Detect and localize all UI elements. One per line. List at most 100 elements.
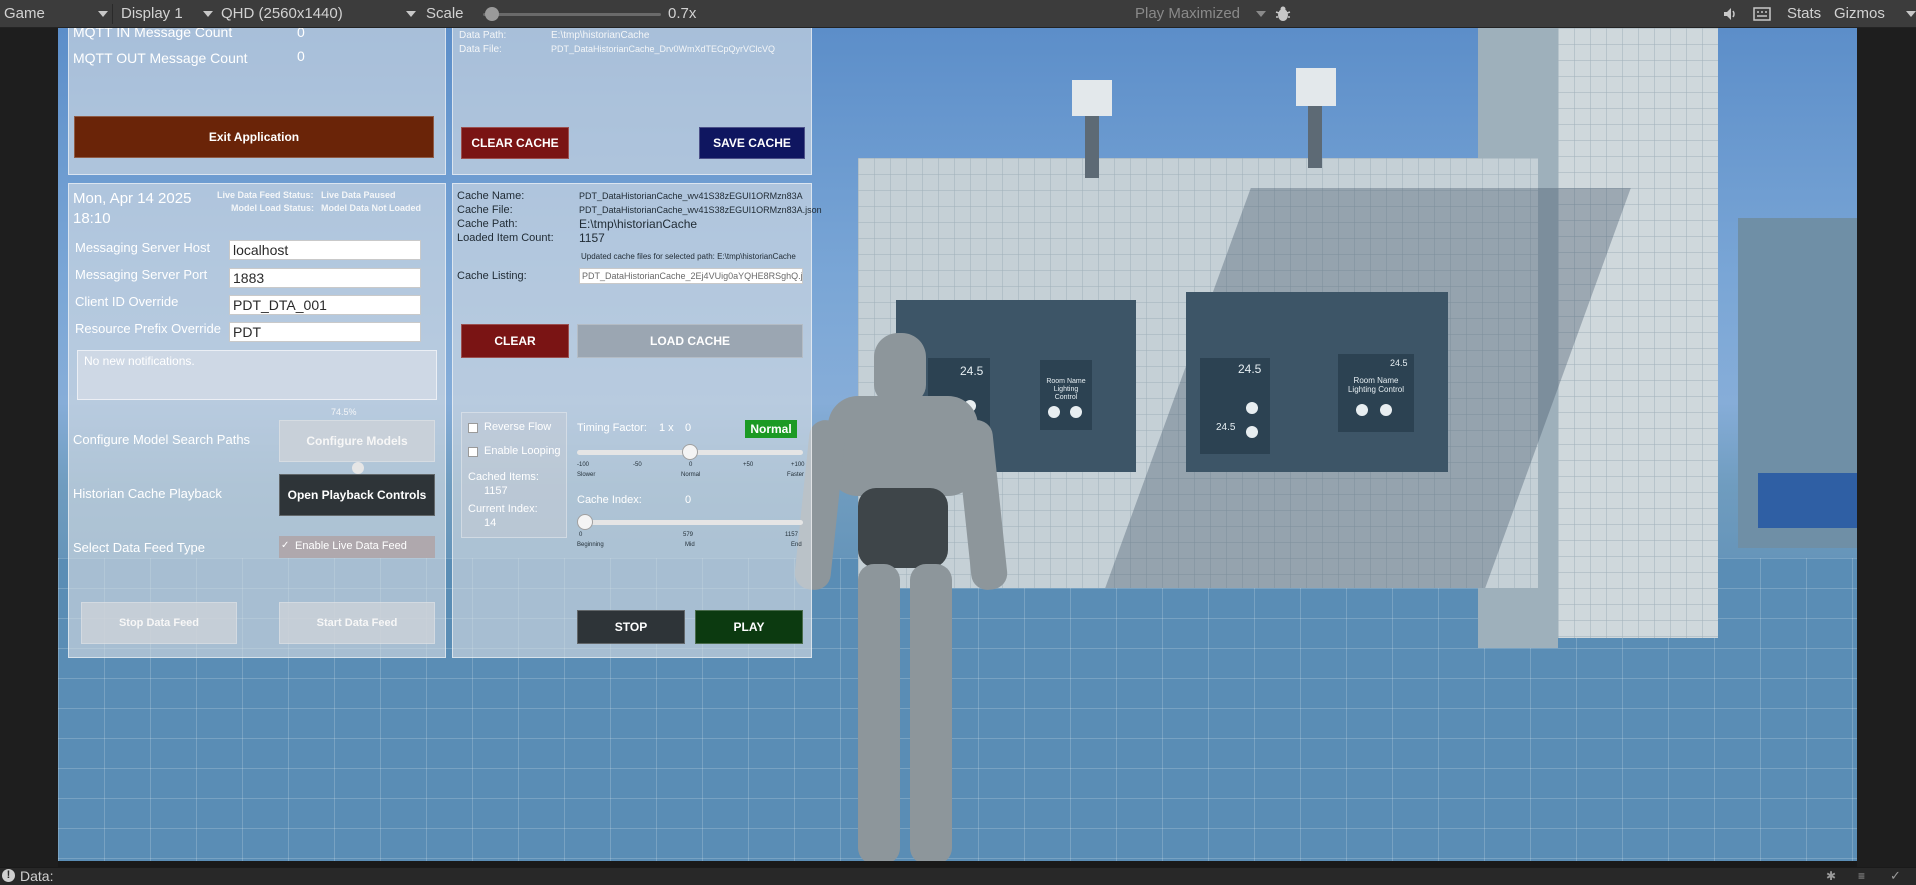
gizmos-button[interactable]: Gizmos xyxy=(1834,0,1885,28)
current-index-label: Current Index: xyxy=(468,503,538,515)
cache-index-slider-thumb[interactable] xyxy=(577,514,593,530)
speed-badge: Normal xyxy=(745,420,797,438)
model-status-value: Model Data Not Loaded xyxy=(321,203,422,213)
scene-screen-2-title: Room Name Lighting Control xyxy=(1046,378,1086,401)
cache-index-slider-track[interactable] xyxy=(577,520,803,525)
display-label: Display 1 xyxy=(121,5,183,22)
timing-word-slower: Slower xyxy=(577,472,596,478)
timing-tick-mid: 0 xyxy=(689,462,693,468)
index-tick-mid: 579 xyxy=(683,532,694,538)
configure-models-button[interactable]: Configure Models xyxy=(279,420,435,462)
feed-checkbox-label: Enable Live Data Feed xyxy=(295,540,407,552)
audio-icon[interactable] xyxy=(1722,0,1738,28)
view-mode-dropdown[interactable]: Game xyxy=(4,0,45,28)
display-chevron-icon xyxy=(203,11,213,17)
host-label: Messaging Server Host xyxy=(75,240,211,255)
data-file-label: Data File: xyxy=(459,44,502,55)
timing-tick-low: -50 xyxy=(633,462,642,468)
index-word-beginning: Beginning xyxy=(577,542,604,548)
scene-screen-4: 24.5 Room Name Lighting Control xyxy=(1338,354,1414,432)
scene-chimney-1 xyxy=(1085,108,1099,178)
open-playback-button[interactable]: Open Playback Controls xyxy=(279,474,435,516)
display-dropdown[interactable]: Display 1 xyxy=(121,0,183,28)
mqtt-panel: MQTT IN Message Count 0 MQTT OUT Message… xyxy=(68,28,446,175)
stop-data-feed-button[interactable]: Stop Data Feed xyxy=(81,602,237,644)
mqtt-out-value: 0 xyxy=(297,48,305,64)
scene-knob-icon xyxy=(1356,404,1368,416)
stop-button[interactable]: STOP xyxy=(577,610,685,644)
exit-application-button[interactable]: Exit Application xyxy=(74,116,434,158)
scene-screen-3-value-2: 24.5 xyxy=(1216,422,1236,433)
updated-note: Updated cache files for selected path: E… xyxy=(581,252,796,261)
current-date: Mon, Apr 14 2025 xyxy=(73,190,192,207)
scene-knob-icon xyxy=(1380,404,1392,416)
playback-label: Historian Cache Playback xyxy=(73,486,222,501)
data-file-value: PDT_DataHistorianCache_Drv0WmXdTECpQyrVC… xyxy=(551,44,776,54)
index-word-mid: Mid xyxy=(685,542,695,548)
play-button[interactable]: PLAY xyxy=(695,610,803,644)
load-cache-button[interactable]: LOAD CACHE xyxy=(577,324,803,358)
play-mode-label: Play Maximized xyxy=(1135,5,1241,22)
scene-screen-4-title: Room Name Lighting Control xyxy=(1347,376,1405,394)
index-tick-min: 0 xyxy=(579,532,583,538)
editor-status-bar: ! Data: ✱ ≡ ✓ xyxy=(0,867,1916,885)
robot-waist xyxy=(858,488,948,568)
mqtt-out-label: MQTT OUT Message Count xyxy=(73,50,248,66)
timing-word-normal: Normal xyxy=(681,472,701,478)
timing-slider-thumb[interactable] xyxy=(682,444,698,460)
spinner-icon xyxy=(352,462,364,474)
save-cache-button[interactable]: SAVE CACHE xyxy=(699,127,805,159)
timing-word-faster: Faster xyxy=(787,472,805,478)
stats-button[interactable]: Stats xyxy=(1787,0,1821,28)
scale-value: 0.7x xyxy=(668,5,697,22)
cache-name-label: Cache Name: xyxy=(457,190,525,202)
keyboard-icon[interactable] xyxy=(1753,0,1771,28)
debug-icon[interactable]: ✱ xyxy=(1826,869,1836,883)
clear-cache-button[interactable]: CLEAR CACHE xyxy=(461,127,569,159)
game-viewport[interactable]: 24.5 Room Name Lighting Control 24.5 24.… xyxy=(58,28,1857,861)
robot-left-leg xyxy=(858,564,900,861)
port-input[interactable]: 1883 xyxy=(229,268,421,288)
start-data-feed-button[interactable]: Start Data Feed xyxy=(279,602,435,644)
loaded-count-value: 1157 xyxy=(579,231,605,245)
play-mode-chevron-icon xyxy=(1256,11,1266,17)
feed-checkbox-row[interactable]: ✓ Enable Live Data Feed xyxy=(279,536,435,558)
cache-index-value: 0 xyxy=(685,494,692,506)
cached-items-label: Cached Items: xyxy=(468,471,539,483)
viewport-margin-left xyxy=(0,28,58,867)
scene-knob-icon xyxy=(1070,406,1082,418)
info-icon: ! xyxy=(2,869,15,882)
resolution-chevron-icon xyxy=(406,11,416,17)
bug-icon[interactable] xyxy=(1274,0,1292,28)
client-id-input[interactable]: PDT_DTA_001 xyxy=(229,295,421,315)
scene-tower xyxy=(1558,28,1718,638)
checkmark-icon: ✓ xyxy=(281,540,290,551)
scale-slider-track[interactable] xyxy=(483,13,661,16)
resolution-label: QHD (2560x1440) xyxy=(221,5,343,22)
config-panel: Mon, Apr 14 2025 18:10 Live Data Feed St… xyxy=(68,183,446,658)
viewport-margin-right xyxy=(1857,28,1916,867)
check-icon[interactable]: ✓ xyxy=(1890,868,1901,884)
port-label: Messaging Server Port xyxy=(75,267,208,282)
play-mode-dropdown[interactable]: Play Maximized xyxy=(1135,0,1240,28)
reverse-flow-checkbox[interactable] xyxy=(468,423,478,433)
scale-slider-thumb[interactable] xyxy=(484,7,499,21)
prefix-input[interactable]: PDT xyxy=(229,322,421,342)
cache-playback-panel: Cache Name: PDT_DataHistorianCache_wv41S… xyxy=(452,183,822,658)
host-input[interactable]: localhost xyxy=(229,240,421,260)
scene-knob-icon xyxy=(1048,406,1060,418)
cached-items-value: 1157 xyxy=(484,485,508,497)
reverse-flow-label: Reverse Flow xyxy=(484,421,552,433)
looping-checkbox[interactable] xyxy=(468,447,478,457)
resolution-dropdown[interactable]: QHD (2560x1440) xyxy=(221,0,343,28)
timing-tick-max: +100 xyxy=(791,462,805,468)
looping-label: Enable Looping xyxy=(484,445,561,457)
cache-listing-dropdown[interactable]: PDT_DataHistorianCache_2Ej4VUig0aYQHE8RS… xyxy=(579,268,803,284)
mqtt-in-label: MQTT IN Message Count xyxy=(73,28,233,40)
clear-button[interactable]: CLEAR xyxy=(461,324,569,358)
layers-icon[interactable]: ≡ xyxy=(1858,869,1865,883)
view-mode-chevron-icon xyxy=(98,11,108,17)
cache-path-value: E:\tmp\historianCache xyxy=(579,217,698,231)
timing-offset-value: 0 xyxy=(685,422,692,434)
live-status-label: Live Data Feed Status: xyxy=(217,190,314,200)
